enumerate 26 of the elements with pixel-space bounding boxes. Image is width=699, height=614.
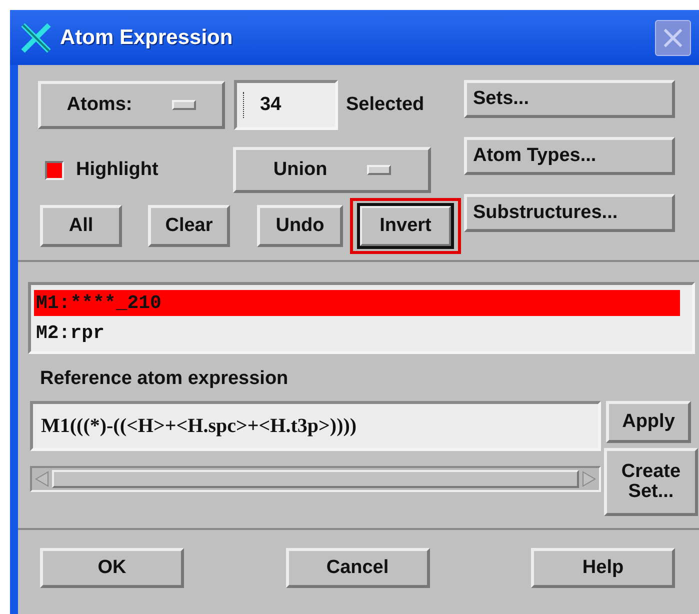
selection-button[interactable]: Clear	[148, 205, 230, 247]
horizontal-scrollbar[interactable]	[30, 466, 601, 492]
highlight-checkbox[interactable]	[45, 160, 64, 180]
selection-button[interactable]: Invert	[359, 205, 452, 247]
app-logo-icon	[20, 22, 52, 54]
atoms-menu-button[interactable]: Atoms:	[38, 81, 225, 129]
count-field[interactable]: 34	[234, 80, 338, 130]
side-button[interactable]: Atom Types...	[464, 137, 675, 175]
create-set-button[interactable]: Create Set...	[604, 448, 698, 516]
apply-button[interactable]: Apply	[606, 401, 691, 443]
expression-field[interactable]: M1(((*)-((<H>+<H.spc>+<H.t3p>))))	[30, 401, 601, 451]
union-menu-button[interactable]: Union	[233, 147, 432, 193]
close-button[interactable]	[655, 20, 691, 56]
selected-label: Selected	[346, 92, 424, 117]
list-item[interactable]: M1:****_210	[34, 290, 680, 316]
side-button[interactable]: Substructures...	[464, 194, 675, 232]
selection-button[interactable]: Undo	[257, 205, 343, 247]
list-item[interactable]: M2:rpr	[34, 320, 680, 346]
highlight-label: Highlight	[76, 158, 158, 182]
dialog-button[interactable]: OK	[40, 548, 184, 588]
dialog-button[interactable]: Cancel	[286, 548, 430, 588]
window-title: Atom Expression	[60, 24, 233, 51]
selection-button[interactable]: All	[40, 205, 122, 247]
side-button[interactable]: Sets...	[464, 80, 675, 118]
dialog-button[interactable]: Help	[531, 548, 675, 588]
expression-label: Reference atom expression	[40, 368, 290, 390]
